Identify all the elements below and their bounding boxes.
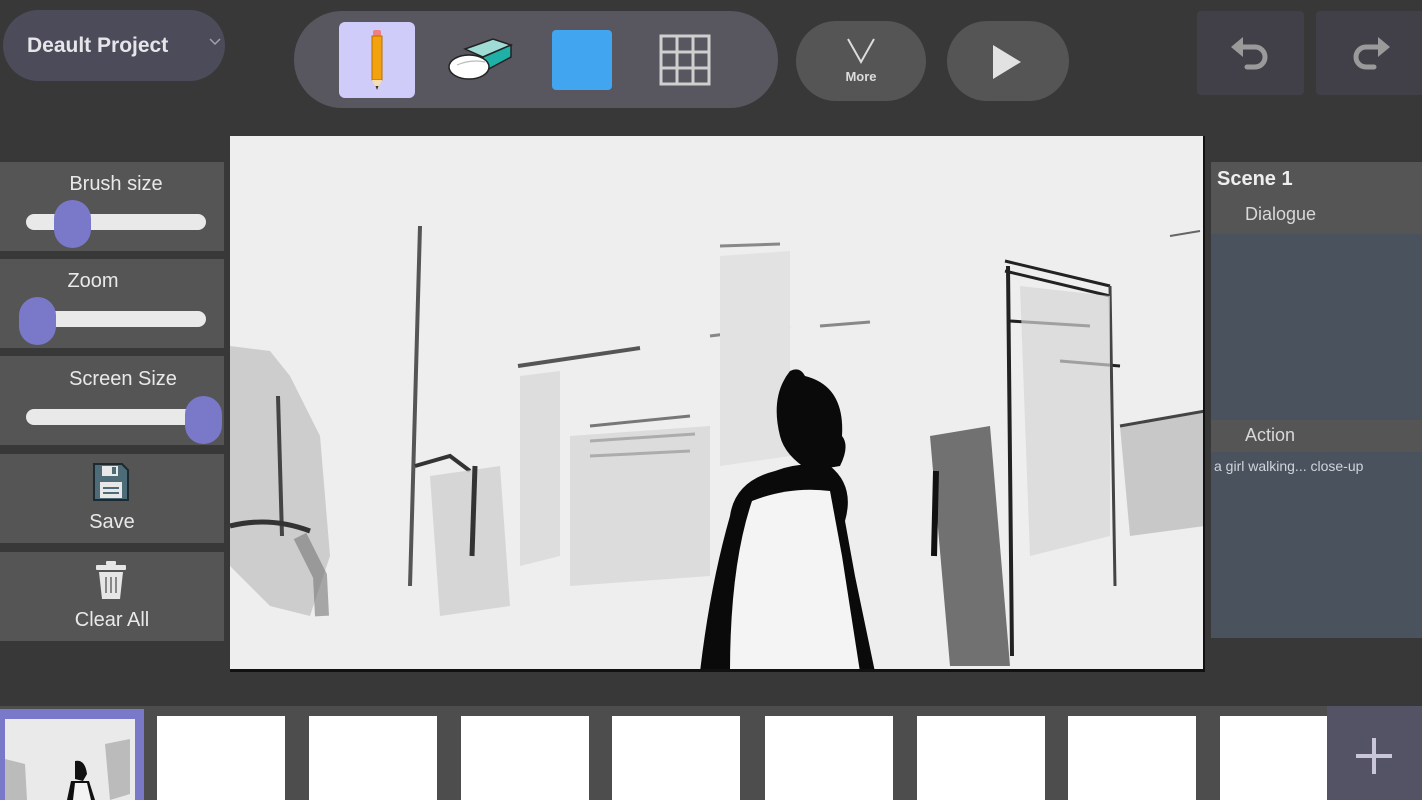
eraser-icon: [448, 38, 514, 80]
scene-title: Scene 1: [1217, 168, 1293, 190]
clear-all-button[interactable]: Clear All: [0, 552, 224, 641]
play-button[interactable]: [947, 21, 1069, 101]
more-label: More: [845, 69, 877, 84]
chevron-down-icon: [847, 38, 875, 65]
screen-size-slider[interactable]: [26, 409, 206, 425]
frame-thumbnail[interactable]: [917, 716, 1045, 800]
dialogue-label: Dialogue: [1245, 204, 1317, 224]
frame-thumbnail-image: [5, 719, 135, 800]
save-icon: [93, 463, 129, 501]
screen-size-panel: Screen Size: [0, 356, 224, 445]
undo-icon: [1231, 37, 1268, 70]
redo-button[interactable]: [1316, 11, 1422, 95]
dialogue-input[interactable]: [1211, 234, 1422, 420]
save-label: Save: [89, 511, 135, 533]
brush-size-label: Brush size: [69, 173, 163, 195]
pencil-icon: [371, 30, 383, 90]
frame-thumbnail[interactable]: [1220, 716, 1328, 800]
eraser-tool-button[interactable]: [442, 22, 518, 98]
redo-icon: [1353, 37, 1390, 70]
zoom-slider-thumb[interactable]: [19, 297, 56, 345]
tool-palette: [294, 11, 778, 108]
brush-size-panel: Brush size: [0, 162, 224, 251]
scene-header: Scene 1 Dialogue: [1211, 162, 1422, 234]
frame-thumbnail[interactable]: [461, 716, 589, 800]
filmstrip: [0, 706, 1422, 800]
scene-panel: Scene 1 Dialogue Action a girl walking..…: [1211, 162, 1422, 638]
action-header: Action: [1211, 420, 1422, 452]
screen-size-label: Screen Size: [69, 368, 177, 390]
frame-thumbnail[interactable]: [1068, 716, 1196, 800]
frame-thumbnail[interactable]: [765, 716, 893, 800]
frame-thumbnail[interactable]: [309, 716, 437, 800]
grid-icon: [659, 34, 711, 86]
pencil-tool-button[interactable]: [339, 22, 415, 98]
trash-icon: [96, 561, 126, 599]
save-button[interactable]: Save: [0, 454, 224, 543]
brush-size-slider-thumb[interactable]: [54, 200, 91, 248]
action-label: Action: [1245, 425, 1296, 445]
project-name: Deault Project: [27, 33, 169, 57]
grid-toggle-button[interactable]: [647, 22, 723, 98]
add-frame-button[interactable]: [1327, 706, 1422, 800]
clear-all-label: Clear All: [74, 609, 150, 631]
zoom-panel: Zoom: [0, 259, 224, 348]
play-icon: [993, 45, 1021, 79]
action-input[interactable]: a girl walking... close-up: [1214, 458, 1363, 474]
more-button[interactable]: More: [796, 21, 926, 101]
zoom-label: Zoom: [67, 270, 119, 292]
color-picker-button[interactable]: [544, 22, 620, 98]
undo-button[interactable]: [1197, 11, 1304, 95]
plus-icon: [1356, 738, 1392, 774]
frame-thumbnail[interactable]: [157, 716, 285, 800]
project-selector[interactable]: Deault Project: [3, 10, 225, 81]
drawing-canvas[interactable]: [230, 136, 1205, 672]
frame-thumbnail[interactable]: [612, 716, 740, 800]
chevron-down-icon: [209, 38, 221, 46]
canvas-drawing: [230, 136, 1203, 669]
frame-thumbnail-selected[interactable]: [0, 709, 144, 800]
screen-size-slider-thumb[interactable]: [185, 396, 222, 444]
brush-size-slider[interactable]: [26, 214, 206, 230]
brush-color-swatch: [552, 30, 612, 90]
